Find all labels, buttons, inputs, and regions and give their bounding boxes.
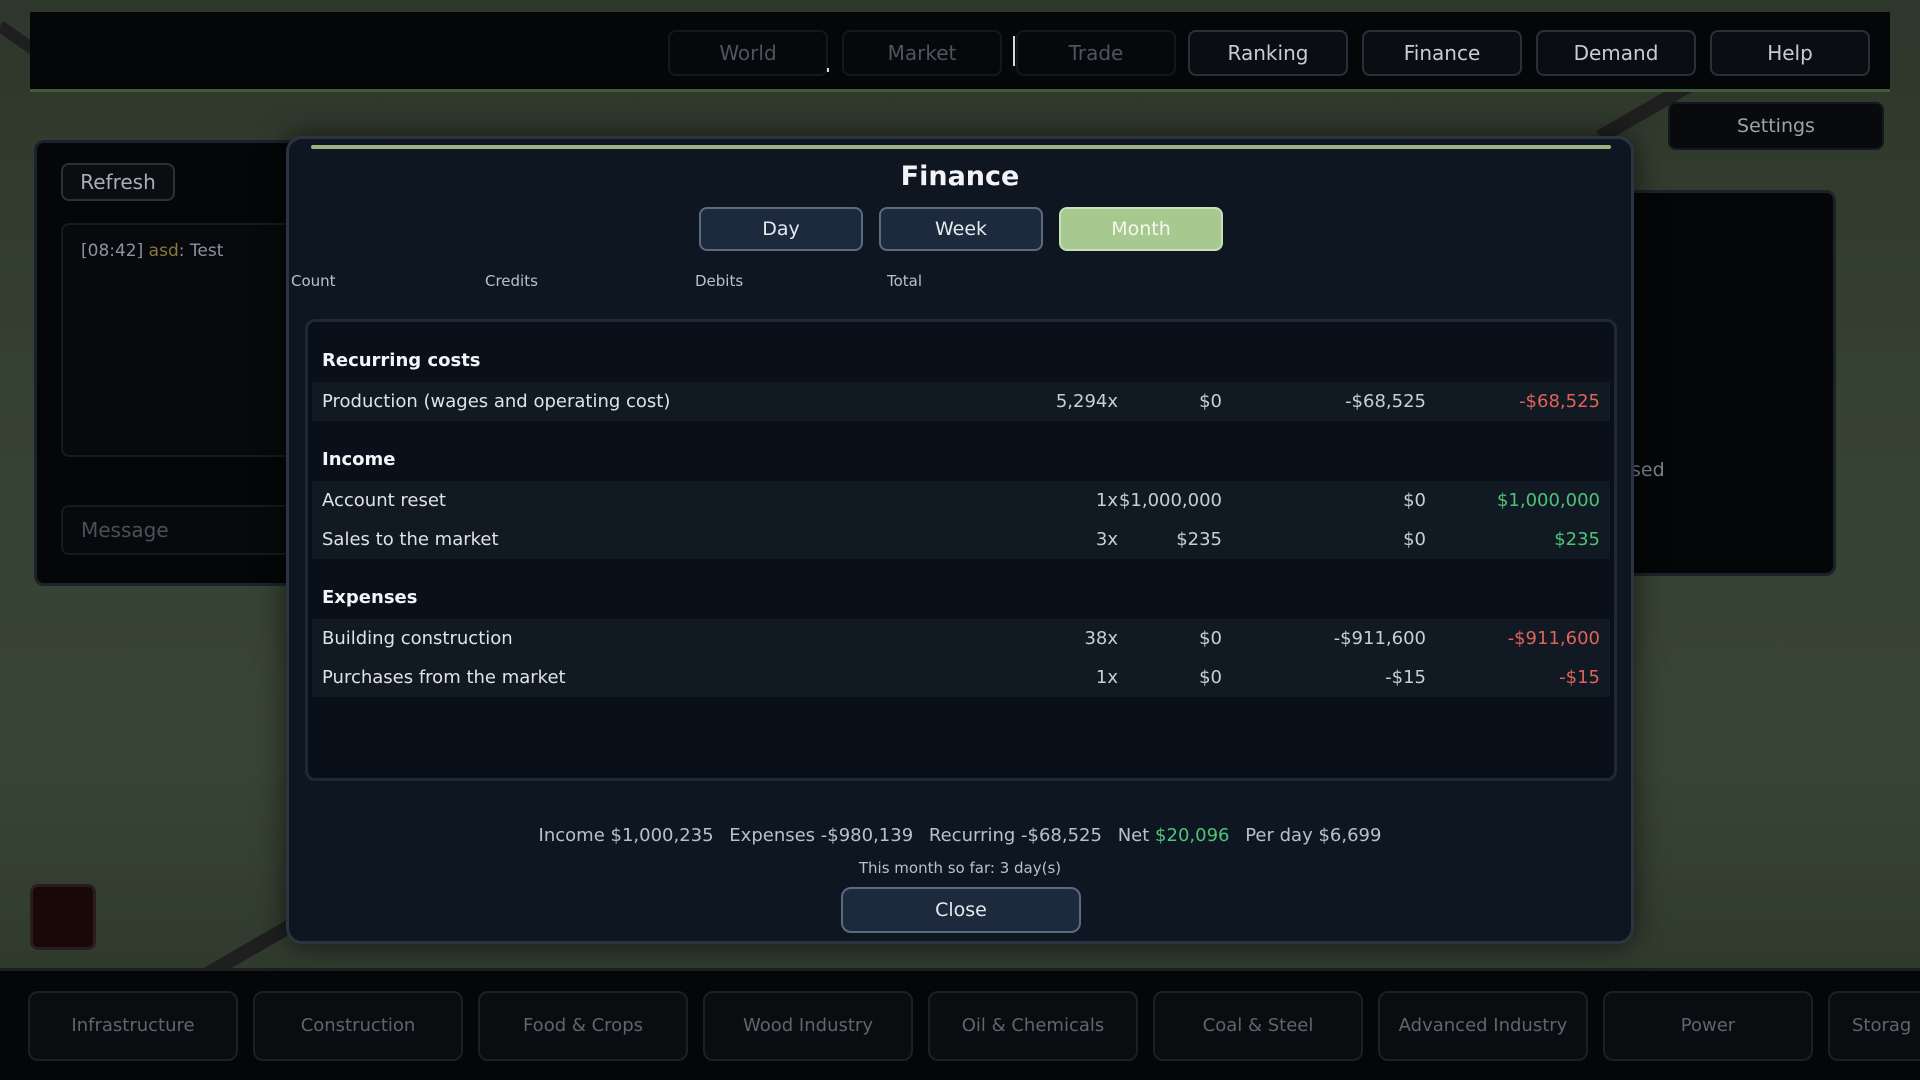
section-title-expenses: Expenses — [322, 587, 418, 608]
nav-separator — [1013, 36, 1015, 66]
column-header-credits: Credits — [485, 272, 538, 290]
chat-username: asd — [148, 241, 179, 261]
category-coal-steel-button[interactable]: Coal & Steel — [1153, 991, 1363, 1061]
row-credits: $0 — [1199, 667, 1222, 688]
section-title-recurring: Recurring costs — [322, 350, 481, 371]
month-progress-note: This month so far: 3 day(s) — [858, 859, 1062, 877]
column-header-count: Count — [291, 272, 336, 290]
chat-log: [08:42] asd: Test — [61, 223, 301, 457]
category-infrastructure-button[interactable]: Infrastructure — [28, 991, 238, 1061]
row-total: -$15 — [1559, 667, 1600, 688]
finance-summary: Income $1,000,235 Expenses -$980,139 Rec… — [289, 825, 1631, 846]
nav-market-button[interactable]: Market — [842, 30, 1002, 76]
row-total: -$68,525 — [1519, 391, 1600, 412]
chat-timestamp: [08:42] — [81, 241, 144, 261]
table-row: Account reset 1x $1,000,000 $0 $1,000,00… — [312, 481, 1610, 520]
table-row: Purchases from the market 1x $0 -$15 -$1… — [312, 658, 1610, 697]
nav-finance-button[interactable]: Finance — [1362, 30, 1522, 76]
row-debits: -$911,600 — [1333, 628, 1426, 649]
refresh-button[interactable]: Refresh — [61, 163, 175, 201]
period-week-button[interactable]: Week — [879, 207, 1043, 251]
section-title-income: Income — [322, 449, 396, 470]
category-advanced-industry-button[interactable]: Advanced Industry — [1378, 991, 1588, 1061]
row-credits: $0 — [1199, 391, 1222, 412]
row-credits: $0 — [1199, 628, 1222, 649]
table-row: Sales to the market 3x $235 $0 $235 — [312, 520, 1610, 559]
column-header-total: Total — [887, 272, 923, 290]
row-debits: -$15 — [1385, 667, 1426, 688]
row-credits: $235 — [1176, 529, 1222, 550]
nav-world-button[interactable]: World — [668, 30, 828, 76]
row-debits: $0 — [1403, 490, 1426, 511]
row-debits: -$68,525 — [1345, 391, 1426, 412]
table-row: Building construction 38x $0 -$911,600 -… — [312, 619, 1610, 658]
nav-help-button[interactable]: Help — [1710, 30, 1870, 76]
top-nav-bar: World Market Trade Ranking Finance Deman… — [30, 12, 1890, 92]
table-row: Production (wages and operating cost) 5,… — [312, 382, 1610, 421]
summary-net-label: Net — [1117, 825, 1150, 846]
summary-net: Net $20,096 — [1118, 825, 1230, 846]
row-label: Account reset — [322, 490, 446, 511]
summary-income: Income $1,000,235 — [538, 825, 714, 846]
side-panel-text: sed — [1631, 459, 1665, 481]
period-month-button[interactable]: Month — [1059, 207, 1223, 251]
summary-expenses: Expenses -$980,139 — [729, 825, 914, 846]
side-info-panel: sed — [1620, 190, 1836, 576]
category-food-crops-button[interactable]: Food & Crops — [478, 991, 688, 1061]
finance-table: Recurring costs Production (wages and op… — [305, 319, 1617, 781]
message-input[interactable]: Message — [61, 505, 301, 555]
close-button[interactable]: Close — [841, 887, 1081, 933]
nav-demand-button[interactable]: Demand — [1536, 30, 1696, 76]
row-total: $1,000,000 — [1496, 490, 1600, 511]
status-indicator-square[interactable] — [30, 884, 96, 950]
row-total: -$911,600 — [1507, 628, 1600, 649]
row-label: Purchases from the market — [322, 667, 566, 688]
chat-panel: Refresh [08:42] asd: Test Message — [34, 140, 304, 586]
row-debits: $0 — [1403, 529, 1426, 550]
finance-modal: Finance Day Week Month Count Credits Deb… — [286, 136, 1634, 944]
category-storage-button[interactable]: Storag — [1828, 991, 1920, 1061]
category-wood-industry-button[interactable]: Wood Industry — [703, 991, 913, 1061]
summary-recurring: Recurring -$68,525 — [928, 825, 1102, 846]
modal-accent-line — [311, 145, 1611, 149]
settings-button[interactable]: Settings — [1668, 102, 1884, 150]
nav-trade-button[interactable]: Trade — [1016, 30, 1176, 76]
category-oil-chemicals-button[interactable]: Oil & Chemicals — [928, 991, 1138, 1061]
row-credits: $1,000,000 — [1118, 490, 1222, 511]
summary-per-day: Per day $6,699 — [1245, 825, 1382, 846]
column-header-debits: Debits — [695, 272, 744, 290]
row-label: Building construction — [322, 628, 513, 649]
period-day-button[interactable]: Day — [699, 207, 863, 251]
modal-title: Finance — [900, 161, 1020, 192]
row-total: $235 — [1554, 529, 1600, 550]
summary-net-value: $20,096 — [1155, 825, 1230, 846]
nav-ranking-button[interactable]: Ranking — [1188, 30, 1348, 76]
nav-separator — [827, 68, 829, 72]
chat-message-text: : Test — [178, 241, 224, 261]
category-construction-button[interactable]: Construction — [253, 991, 463, 1061]
category-bar: Infrastructure Construction Food & Crops… — [0, 968, 1920, 1080]
row-label: Sales to the market — [322, 529, 499, 550]
category-power-button[interactable]: Power — [1603, 991, 1813, 1061]
row-label: Production (wages and operating cost) — [322, 391, 671, 412]
